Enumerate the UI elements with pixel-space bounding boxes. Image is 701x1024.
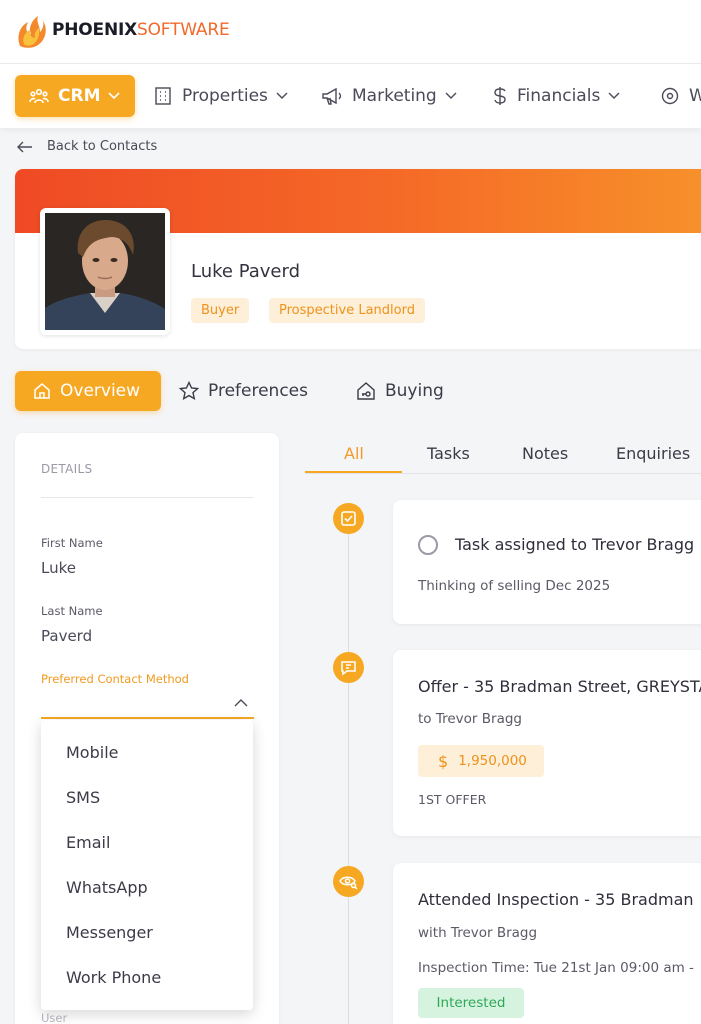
offer-title: Offer - 35 Bradman Street, GREYSTA bbox=[418, 677, 701, 696]
task-check-icon bbox=[341, 511, 356, 526]
timeline-tab-notes[interactable]: Notes bbox=[522, 444, 568, 463]
preferred-contact-label: Preferred Contact Method bbox=[41, 672, 189, 686]
chevron-down-icon bbox=[608, 92, 620, 99]
chevron-down-icon bbox=[108, 92, 121, 100]
back-label: Back to Contacts bbox=[47, 139, 158, 154]
nav-marketing-label: Marketing bbox=[352, 86, 437, 106]
dollar-icon: $ bbox=[438, 751, 449, 771]
last-name-label: Last Name bbox=[41, 604, 103, 618]
nav-properties-label: Properties bbox=[182, 86, 268, 106]
details-divider bbox=[41, 497, 254, 498]
inspection-card[interactable]: Attended Inspection - 35 Bradman with Tr… bbox=[393, 863, 701, 1024]
profile-photo bbox=[45, 213, 165, 330]
phoenix-logo-icon bbox=[18, 16, 46, 48]
nav-properties[interactable]: Properties bbox=[153, 75, 288, 117]
chevron-up-icon bbox=[234, 699, 248, 707]
inspection-with: with Trevor Bragg bbox=[418, 925, 538, 941]
inspection-title: Attended Inspection - 35 Bradman bbox=[418, 890, 694, 909]
task-marker bbox=[333, 503, 364, 534]
avatar[interactable] bbox=[40, 208, 170, 335]
preferred-contact-select[interactable] bbox=[41, 691, 254, 719]
tab-preferences[interactable]: Preferences bbox=[179, 371, 308, 411]
task-title: Task assigned to Trevor Bragg bbox=[455, 535, 695, 554]
tab-preferences-label: Preferences bbox=[208, 381, 308, 401]
nav-crm[interactable]: CRM bbox=[15, 75, 135, 117]
timeline-tab-tasks[interactable]: Tasks bbox=[427, 444, 470, 463]
offer-amount: 1,950,000 bbox=[458, 753, 527, 769]
tag-prospective-landlord: Prospective Landlord bbox=[269, 298, 425, 323]
profile-card: Luke Paverd Buyer Prospective Landlord bbox=[15, 169, 701, 349]
chevron-down-icon bbox=[276, 92, 288, 99]
eye-settings-icon bbox=[661, 87, 679, 105]
top-bar: PHOENIXSOFTWARE bbox=[0, 0, 701, 64]
star-icon bbox=[179, 381, 199, 400]
last-name-value[interactable]: Paverd bbox=[41, 627, 92, 645]
task-card[interactable]: Task assigned to Trevor Bragg Thinking o… bbox=[393, 500, 701, 624]
brand-logo[interactable]: PHOENIXSOFTWARE bbox=[14, 12, 230, 48]
tab-buying-label: Buying bbox=[385, 381, 444, 401]
option-whatsapp[interactable]: WhatsApp bbox=[41, 865, 253, 910]
nav-more[interactable]: W bbox=[660, 75, 701, 117]
option-sms[interactable]: SMS bbox=[41, 775, 253, 820]
back-to-contacts-link[interactable]: Back to Contacts bbox=[17, 139, 157, 154]
nav-more-label: W bbox=[689, 86, 701, 106]
inspection-time: Inspection Time: Tue 21st Jan 09:00 am - bbox=[418, 960, 694, 976]
contact-method-dropdown: Mobile SMS Email WhatsApp Messenger Work… bbox=[41, 720, 253, 1010]
tab-buying[interactable]: Buying bbox=[356, 371, 444, 411]
nav-financials[interactable]: Financials bbox=[492, 75, 620, 117]
offer-marker bbox=[333, 652, 364, 683]
offer-card[interactable]: Offer - 35 Bradman Street, GREYSTA to Tr… bbox=[393, 650, 701, 836]
dollar-icon bbox=[494, 87, 506, 105]
brand-name-light: SOFTWARE bbox=[137, 20, 230, 40]
house-key-icon bbox=[357, 382, 375, 400]
details-heading: DETAILS bbox=[41, 462, 93, 476]
task-complete-radio[interactable] bbox=[418, 535, 438, 555]
main-nav: CRM Properties Marketing Financials W bbox=[0, 64, 701, 128]
eye-search-icon bbox=[339, 876, 358, 890]
brand-name: PHOENIXSOFTWARE bbox=[52, 20, 230, 40]
nav-crm-label: CRM bbox=[58, 86, 101, 106]
contact-name: Luke Paverd bbox=[191, 261, 301, 282]
option-messenger[interactable]: Messenger bbox=[41, 910, 253, 955]
offer-chat-dollar-icon bbox=[341, 661, 356, 676]
status-badge: Interested bbox=[418, 988, 524, 1018]
nav-financials-label: Financials bbox=[517, 86, 601, 106]
megaphone-icon bbox=[322, 87, 342, 105]
timeline-tab-enquiries[interactable]: Enquiries bbox=[616, 444, 690, 463]
tab-overview-label: Overview bbox=[60, 381, 141, 401]
people-icon bbox=[29, 88, 49, 104]
offer-note: 1ST OFFER bbox=[418, 792, 487, 807]
brand-name-bold: PHOENIX bbox=[52, 20, 138, 40]
arrow-left-icon bbox=[17, 141, 32, 152]
option-email[interactable]: Email bbox=[41, 820, 253, 865]
building-icon bbox=[155, 87, 171, 105]
tab-overview[interactable]: Overview bbox=[15, 371, 161, 411]
timeline-tabs: All Tasks Notes Enquiries bbox=[305, 433, 701, 474]
first-name-label: First Name bbox=[41, 536, 103, 550]
option-work-phone[interactable]: Work Phone bbox=[41, 955, 253, 1000]
option-mobile[interactable]: Mobile bbox=[41, 730, 253, 775]
offer-to: to Trevor Bragg bbox=[418, 711, 522, 727]
inspection-marker bbox=[333, 866, 364, 897]
first-name-value[interactable]: Luke bbox=[41, 559, 76, 577]
tag-buyer: Buyer bbox=[191, 298, 250, 323]
timeline-line bbox=[348, 520, 349, 1024]
user-label: User bbox=[41, 1011, 68, 1024]
active-tab-indicator bbox=[305, 471, 402, 473]
task-note: Thinking of selling Dec 2025 bbox=[418, 578, 611, 594]
timeline-tab-all[interactable]: All bbox=[344, 444, 364, 463]
chevron-down-icon bbox=[445, 92, 457, 99]
nav-marketing[interactable]: Marketing bbox=[321, 75, 457, 117]
offer-amount-badge: $ 1,950,000 bbox=[418, 745, 544, 777]
home-icon bbox=[34, 383, 50, 399]
